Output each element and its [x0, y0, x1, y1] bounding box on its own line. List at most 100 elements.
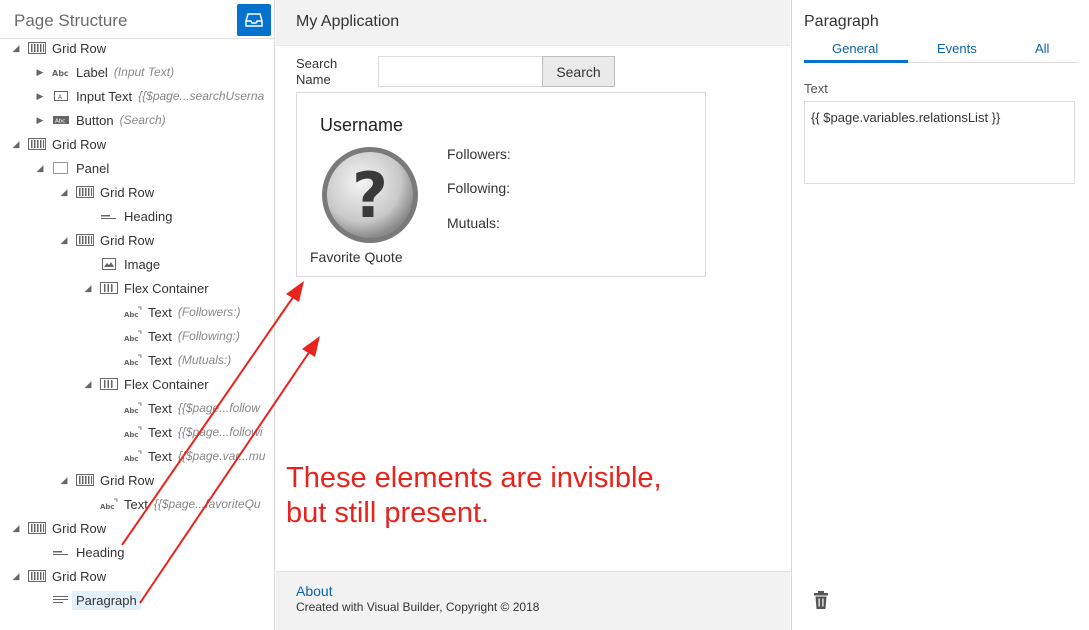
page-structure-header: Page Structure	[0, 0, 274, 39]
svg-text:Abc: Abc	[124, 431, 139, 438]
tree-node[interactable]: ◢ Grid Row	[10, 516, 107, 540]
flex-container-icon	[100, 377, 118, 391]
tree-node[interactable]: ▶Image	[82, 252, 160, 276]
svg-text:Abc: Abc	[124, 455, 139, 462]
tree-node[interactable]: ▶AbcText{{$page...follow	[106, 396, 260, 420]
collapsed-caret-icon[interactable]: ▶	[34, 66, 46, 78]
tab-general[interactable]: General	[832, 41, 878, 56]
visual-builder-designer: Page Structure ◢ Grid Row ▶ Abc Label (Input …	[0, 0, 1089, 630]
expanded-caret-icon[interactable]: ◢	[58, 186, 70, 198]
text-icon: Abc	[124, 401, 142, 415]
tree-node[interactable]: ◢ Grid Row	[10, 564, 107, 588]
tree-node-detail: (Following:)	[177, 329, 240, 343]
tree-node-label: Heading	[76, 544, 125, 560]
tree-node[interactable]: ▶AbcText(Followers:)	[106, 300, 241, 324]
expanded-caret-icon[interactable]: ◢	[10, 42, 22, 54]
inspector-tabs: General Events All	[804, 38, 1079, 63]
svg-text:Abc: Abc	[124, 407, 139, 414]
expanded-caret-icon[interactable]: ◢	[10, 522, 22, 534]
grid-row-icon	[28, 521, 46, 535]
collapsed-caret-icon[interactable]: ▶	[34, 114, 46, 126]
grid-row-icon	[76, 185, 94, 199]
tree-node-label: Text	[124, 496, 148, 512]
tree-node[interactable]: ▶AbcText{{$page...followi	[106, 420, 263, 444]
tree-node[interactable]: ◢ Grid Row	[58, 228, 155, 252]
image-icon	[100, 257, 118, 271]
tab-events[interactable]: Events	[937, 41, 977, 56]
tree-node[interactable]: ▶Heading	[34, 540, 124, 564]
user-panel: Username ? Favorite Quote Followers: Fol…	[296, 92, 706, 277]
inbox-button[interactable]	[237, 4, 271, 36]
tree-node[interactable]: ▶AbcText(Mutuals:)	[106, 348, 231, 372]
search-name-label: Search Name	[296, 56, 338, 87]
inspector-title: Paragraph	[804, 13, 879, 30]
tree-node[interactable]: ◢ Panel	[34, 156, 110, 180]
tree-node-label: Grid Row	[100, 184, 155, 200]
tree-node-detail: {{$page...follow	[177, 401, 260, 415]
expanded-caret-icon[interactable]: ◢	[34, 162, 46, 174]
expanded-caret-icon[interactable]: ◢	[82, 282, 94, 294]
tree-node-detail: {{$page...followi	[177, 425, 263, 439]
tree-node-detail: {{$page...searchUserna	[138, 89, 265, 103]
tree-node[interactable]: ▶Paragraph	[34, 588, 141, 612]
search-button[interactable]: Search	[542, 56, 615, 87]
heading-icon	[100, 209, 118, 223]
expanded-caret-icon[interactable]: ◢	[10, 138, 22, 150]
tree-node-label: Panel	[76, 160, 110, 176]
expanded-caret-icon[interactable]: ◢	[58, 234, 70, 246]
heading-icon	[52, 545, 70, 559]
svg-text:Abc: Abc	[100, 503, 115, 510]
about-link[interactable]: About	[296, 583, 333, 599]
favorite-quote-text: Favorite Quote	[310, 249, 403, 265]
tree-node-label: Text	[148, 424, 172, 440]
tree-node[interactable]: ▶Heading	[82, 204, 172, 228]
text-icon: Abc	[124, 449, 142, 463]
annotation-text: These elements are invisible, but still …	[286, 462, 662, 529]
property-inspector: Paragraph General Events All Text {{ $pa…	[791, 0, 1089, 630]
tree-node-detail: (Search)	[119, 113, 166, 127]
text-property-field[interactable]: {{ $page.variables.relationsList }}	[804, 101, 1075, 184]
grid-row-icon	[28, 569, 46, 583]
tree-node[interactable]: ▶AbcText(Following:)	[106, 324, 240, 348]
paragraph-icon	[52, 593, 70, 607]
tree-node[interactable]: ◢ Grid Row	[58, 180, 155, 204]
tree-node-label: Flex Container	[124, 376, 209, 392]
tree-node-label: Grid Row	[52, 520, 107, 536]
tab-all[interactable]: All	[1035, 41, 1049, 56]
tree-node[interactable]: ◢ Flex Container	[82, 372, 209, 396]
svg-text:Abc: Abc	[124, 335, 139, 342]
expanded-caret-icon[interactable]: ◢	[82, 378, 94, 390]
mutuals-text: Mutuals:	[447, 215, 500, 231]
tree-node[interactable]: ▶ A Input Text {{$page...searchUserna	[34, 84, 265, 108]
tree-node-label: Image	[124, 256, 161, 272]
svg-text:Abc: Abc	[52, 69, 69, 78]
tree-node[interactable]: ◢ Grid Row	[58, 468, 155, 492]
tree-node-detail: (Mutuals:)	[177, 353, 232, 367]
grid-row-icon	[76, 233, 94, 247]
tree-node[interactable]: ▶AbcText{{$page...favoriteQu	[82, 492, 261, 516]
tree-node[interactable]: ◢ Grid Row	[10, 132, 107, 156]
button-icon: Abc	[52, 113, 70, 127]
search-name-input[interactable]	[378, 56, 544, 87]
tree-node-label: Grid Row	[100, 472, 155, 488]
tree-node[interactable]: ▶ Abc Label (Input Text)	[34, 60, 175, 84]
tree-node-label: Grid Row	[52, 40, 107, 56]
expanded-caret-icon[interactable]: ◢	[10, 570, 22, 582]
svg-text:A: A	[58, 94, 63, 101]
tree-node[interactable]: ▶AbcText{{$page.var...mu	[106, 444, 265, 468]
inbox-icon	[245, 13, 263, 27]
expanded-caret-icon[interactable]: ◢	[58, 474, 70, 486]
tree-node[interactable]: ▶ Abc Button (Search)	[34, 108, 166, 132]
tree-node-detail: (Input Text)	[113, 65, 175, 79]
tree-node[interactable]: ◢ Grid Row	[10, 36, 107, 60]
username-heading: Username	[320, 115, 404, 135]
tree-node-label: Flex Container	[124, 280, 209, 296]
trash-icon[interactable]	[814, 591, 828, 609]
collapsed-caret-icon[interactable]: ▶	[34, 90, 46, 102]
tree-node-label: Grid Row	[52, 136, 107, 152]
svg-text:Abc: Abc	[55, 119, 65, 125]
page-structure-panel: Page Structure ◢ Grid Row ▶ Abc Label (Input …	[0, 0, 275, 630]
active-tab-indicator	[804, 60, 908, 63]
tree-node[interactable]: ◢ Flex Container	[82, 276, 209, 300]
label-icon: Abc	[52, 65, 70, 79]
